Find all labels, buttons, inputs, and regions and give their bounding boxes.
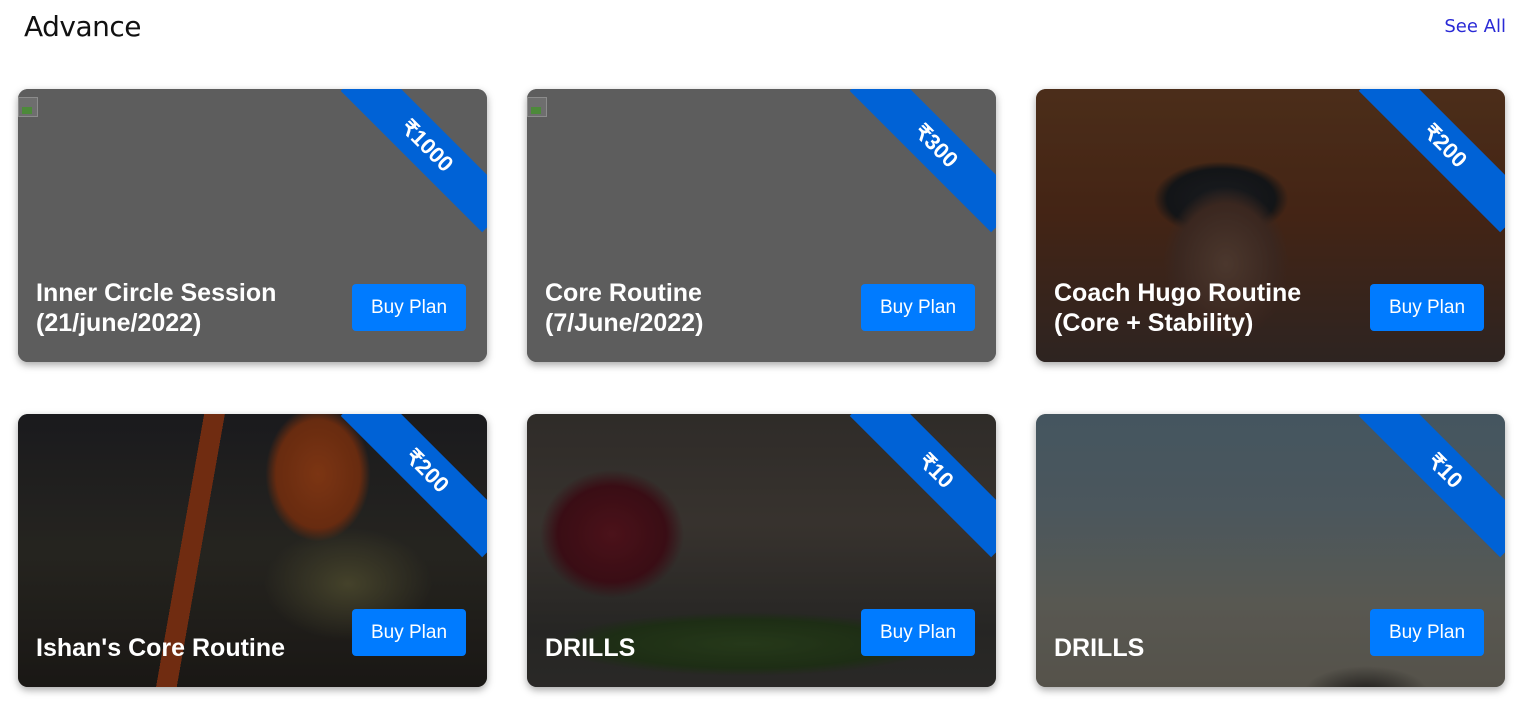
broken-image-icon [527, 97, 547, 117]
plan-title: Core Routine (7/June/2022) [545, 279, 704, 337]
plan-title: Coach Hugo Routine (Core + Stability) [1054, 279, 1302, 337]
buy-plan-button[interactable]: Buy Plan [861, 609, 975, 656]
plan-card[interactable]: ₹200 Ishan's Core Routine Buy Plan [18, 414, 487, 687]
plan-grid: ₹1000 Inner Circle Session (21/june/2022… [18, 89, 1505, 687]
buy-plan-button[interactable]: Buy Plan [861, 284, 975, 331]
buy-plan-button[interactable]: Buy Plan [352, 284, 466, 331]
plan-card[interactable]: ₹1000 Inner Circle Session (21/june/2022… [18, 89, 487, 362]
plan-card[interactable]: ₹300 Core Routine (7/June/2022) Buy Plan [527, 89, 996, 362]
buy-plan-button[interactable]: Buy Plan [1370, 284, 1484, 331]
plan-title: DRILLS [1054, 634, 1145, 662]
plan-card[interactable]: ₹200 Coach Hugo Routine (Core + Stabilit… [1036, 89, 1505, 362]
section-title: Advance [24, 10, 142, 43]
plan-card[interactable]: ₹10 DRILLS Buy Plan [1036, 414, 1505, 687]
plan-card[interactable]: ₹10 DRILLS Buy Plan [527, 414, 996, 687]
plan-title: Ishan's Core Routine [36, 634, 286, 662]
plan-title: Inner Circle Session (21/june/2022) [36, 279, 277, 337]
see-all-link[interactable]: See All [1444, 16, 1506, 37]
plan-title: DRILLS [545, 634, 636, 662]
buy-plan-button[interactable]: Buy Plan [352, 609, 466, 656]
buy-plan-button[interactable]: Buy Plan [1370, 609, 1484, 656]
broken-image-icon [18, 97, 38, 117]
